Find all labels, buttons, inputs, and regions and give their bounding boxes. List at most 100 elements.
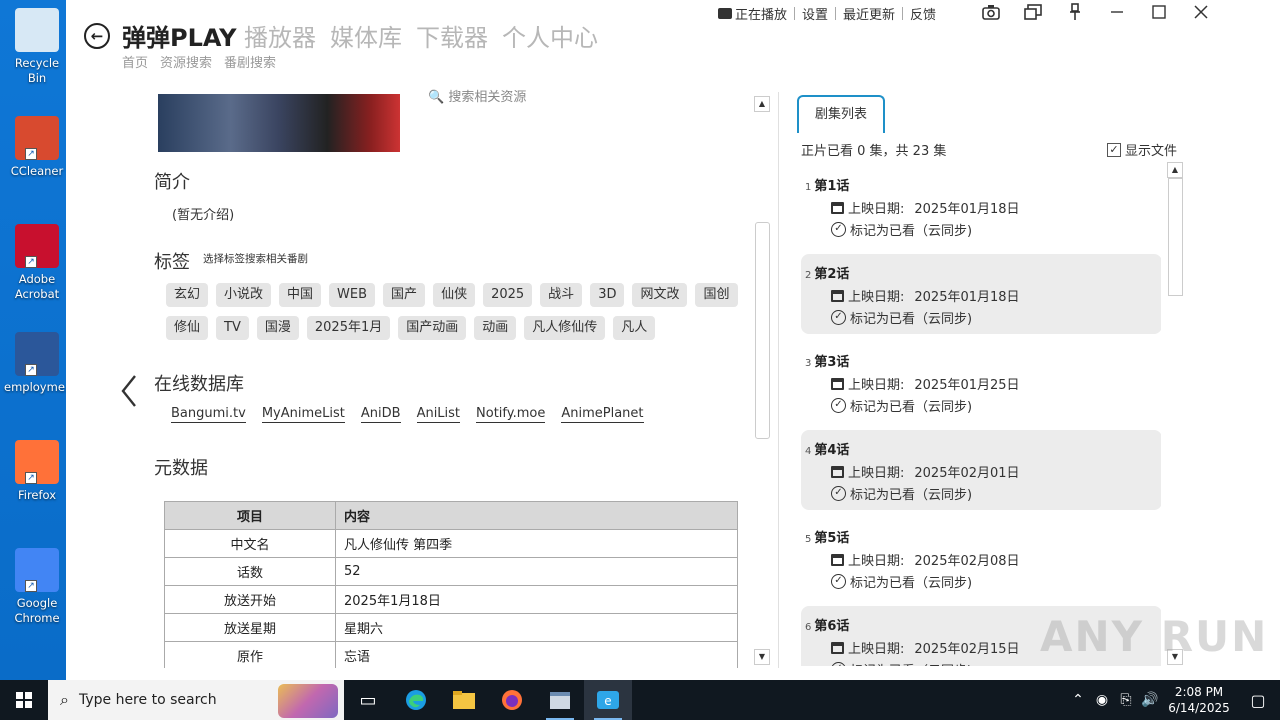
file-explorer-icon[interactable] <box>440 680 488 720</box>
search-resources-button[interactable]: 🔍 搜索相关资源 <box>428 86 526 105</box>
start-button[interactable] <box>0 680 48 720</box>
dandanplay-taskbar-icon[interactable]: e <box>584 680 632 720</box>
shortcut-arrow-icon: ↗ <box>25 580 37 592</box>
nav-media-library[interactable]: 媒体库 <box>330 18 402 53</box>
notification-icon[interactable]: ▢ <box>1236 691 1280 710</box>
tag-chip[interactable]: 中国 <box>279 283 322 307</box>
desktop-icon[interactable]: ↗ Adobe Acrobat <box>4 224 70 302</box>
nav-user-center[interactable]: 个人中心 <box>502 18 598 53</box>
task-view-icon[interactable]: ▭ <box>344 680 392 720</box>
checkbox-checked-icon[interactable]: ✓ <box>1107 142 1121 157</box>
desktop-icon[interactable]: ↗ employme... <box>4 332 76 395</box>
minimize-icon[interactable] <box>1096 0 1138 24</box>
scroll-down-icon[interactable]: ▼ <box>754 649 770 665</box>
episode-number: 5 <box>805 534 812 545</box>
mark-watched-button[interactable]: ✓ 标记为已看（云同步) <box>831 572 972 591</box>
feedback-link[interactable]: 反馈 <box>910 4 936 23</box>
scroll-up-icon[interactable]: ▲ <box>754 96 770 112</box>
tag-chip[interactable]: 网文改 <box>632 283 688 307</box>
pip-icon[interactable] <box>1012 0 1054 24</box>
tag-chip[interactable]: 国产动画 <box>398 316 467 340</box>
table-row: 原作 忘语 <box>164 641 738 668</box>
desktop-icon[interactable]: ↗ CCleaner <box>4 116 70 179</box>
online-db-link[interactable]: AniList <box>416 406 461 423</box>
scroll-thumb[interactable] <box>755 222 770 439</box>
tag-chip[interactable]: 国产 <box>383 283 426 307</box>
episode-item[interactable]: 4 第4话 上映日期: 2025年02月01日 ✓ 标记为已看（云同步) <box>801 430 1161 510</box>
tag-chip[interactable]: 凡人 <box>613 316 656 340</box>
anime-poster <box>158 94 400 152</box>
tag-chip[interactable]: TV <box>216 316 249 340</box>
tag-chip[interactable]: 3D <box>590 283 625 307</box>
online-db-link[interactable]: AnimePlanet <box>561 406 644 423</box>
back-arrow-icon[interactable]: ← <box>84 23 110 49</box>
maximize-icon[interactable] <box>1138 0 1180 24</box>
now-playing-link[interactable]: 正在播放 <box>735 4 787 23</box>
show-files-toggle[interactable]: ✓ 显示文件 <box>1107 140 1177 159</box>
settings-link[interactable]: 设置 <box>802 4 828 23</box>
desktop-icon[interactable]: ↗ Google Chrome <box>4 548 70 626</box>
tag-chip[interactable]: 国创 <box>695 283 738 307</box>
tag-chip[interactable]: 2025年1月 <box>306 316 391 340</box>
meet-now-icon[interactable]: ◉ <box>1090 692 1114 708</box>
nav-downloader[interactable]: 下载器 <box>416 18 488 53</box>
tag-chip[interactable]: 仙侠 <box>433 283 476 307</box>
episode-item[interactable]: 1 第1话 上映日期: 2025年01月18日 ✓ 标记为已看（云同步) <box>801 166 1161 246</box>
column-header-content: 内容 <box>335 501 738 530</box>
camera-icon[interactable] <box>970 0 1012 24</box>
notepad-taskbar-icon[interactable] <box>536 680 584 720</box>
pin-icon[interactable] <box>1054 0 1096 24</box>
calendar-icon <box>831 201 844 214</box>
volume-icon[interactable]: 🔊 <box>1138 692 1162 708</box>
breadcrumb-anime-search[interactable]: 番剧搜索 <box>224 52 276 71</box>
recent-updates-link[interactable]: 最近更新 <box>843 4 895 23</box>
anime-detail-pane: 🔍 搜索相关资源 简介 (暂无介绍) 标签 选择标签搜索相关番剧 玄幻 小说改 中国… <box>66 80 778 668</box>
scroll-up-icon[interactable]: ▲ <box>1167 162 1183 178</box>
desktop-icon[interactable]: ↗ Firefox <box>4 440 70 503</box>
episode-item[interactable]: 3 第3话 上映日期: 2025年01月25日 ✓ 标记为已看（云同步) <box>801 342 1161 422</box>
episode-item[interactable]: 5 第5话 上映日期: 2025年02月08日 ✓ 标记为已看（云同步) <box>801 518 1161 598</box>
edge-icon[interactable] <box>392 680 440 720</box>
air-date-value: 2025年02月15日 <box>914 642 1020 657</box>
episode-item[interactable]: 2 第2话 上映日期: 2025年01月18日 ✓ 标记为已看（云同步) <box>801 254 1161 334</box>
taskbar-search[interactable]: ⌕ Type here to search <box>48 680 344 720</box>
tag-chip[interactable]: 修仙 <box>166 316 209 340</box>
tag-chip[interactable]: WEB <box>329 283 376 307</box>
tag-chip[interactable]: 小说改 <box>216 283 272 307</box>
nav-player[interactable]: 播放器 <box>244 18 316 53</box>
network-icon[interactable]: ⎘ <box>1114 692 1138 708</box>
mark-watched-button[interactable]: ✓ 标记为已看（云同步) <box>831 484 972 503</box>
chevron-up-icon[interactable]: ⌃ <box>1066 692 1090 708</box>
mark-watched-button[interactable]: ✓ 标记为已看（云同步) <box>831 396 972 415</box>
mark-watched-label: 标记为已看（云同步) <box>850 660 972 666</box>
online-db-link[interactable]: Bangumi.tv <box>171 406 246 423</box>
detail-scrollbar[interactable]: ▲ ▼ <box>754 96 770 666</box>
clock[interactable]: 2:08 PM 6/14/2025 <box>1162 684 1236 716</box>
windows-logo-icon <box>16 692 32 708</box>
metadata-title: 元数据 <box>154 458 208 479</box>
online-db-link[interactable]: AniDB <box>360 406 401 423</box>
tab-episode-list[interactable]: 剧集列表 <box>797 95 885 133</box>
tag-chip[interactable]: 国漫 <box>256 316 299 340</box>
mark-watched-button[interactable]: ✓ 标记为已看（云同步) <box>831 220 972 239</box>
tag-chip[interactable]: 战斗 <box>540 283 583 307</box>
desktop-icon[interactable]: Recycle Bin <box>4 8 70 86</box>
chevron-left-icon[interactable] <box>120 374 138 416</box>
episode-scrollbar[interactable]: ▲ ▼ <box>1167 162 1183 666</box>
tag-chip[interactable]: 2025 <box>483 283 533 307</box>
scroll-thumb[interactable] <box>1168 178 1183 296</box>
mark-watched-button[interactable]: ✓ 标记为已看（云同步) <box>831 308 972 327</box>
check-circle-icon: ✓ <box>831 310 846 325</box>
mark-watched-button[interactable]: ✓ 标记为已看（云同步) <box>831 660 972 666</box>
tag-chip[interactable]: 玄幻 <box>166 283 209 307</box>
online-db-link[interactable]: Notify.moe <box>476 406 546 423</box>
main-nav: 播放器 媒体库 下载器 个人中心 <box>244 18 598 53</box>
episode-title: 5 第5话 <box>805 527 849 546</box>
firefox-taskbar-icon[interactable] <box>488 680 536 720</box>
tag-chip[interactable]: 动画 <box>474 316 517 340</box>
chrome-icon: ↗ <box>15 548 59 592</box>
tag-chip[interactable]: 凡人修仙传 <box>524 316 606 340</box>
breadcrumb-home[interactable]: 首页 <box>122 52 148 71</box>
online-db-link[interactable]: MyAnimeList <box>261 406 345 423</box>
breadcrumb-resource-search[interactable]: 资源搜索 <box>160 52 212 71</box>
